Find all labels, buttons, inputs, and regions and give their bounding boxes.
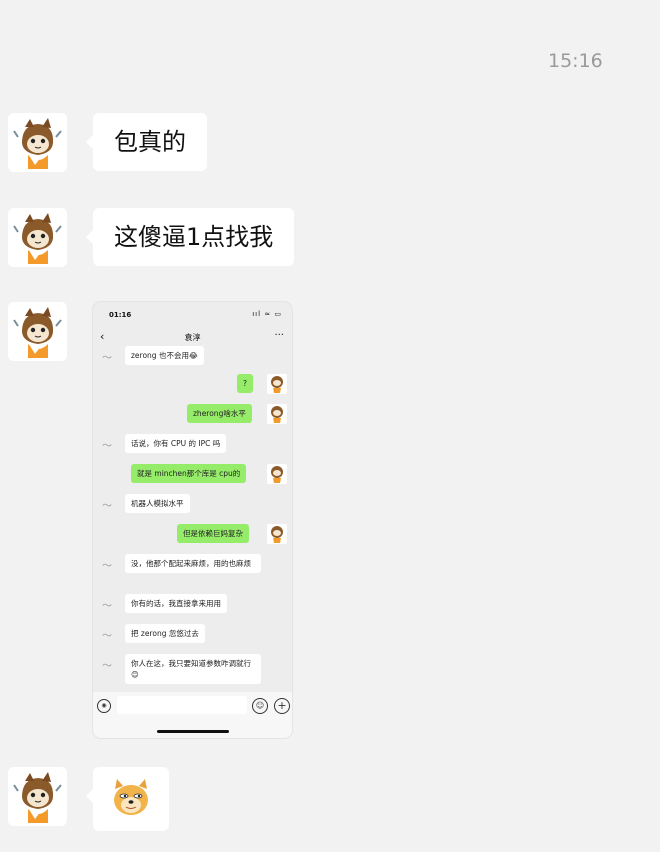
avatar-squiggle-icon: 〜: [102, 440, 112, 452]
avatar-cat-icon: [8, 113, 67, 172]
sticker-message[interactable]: [86, 767, 169, 831]
more-icon: ···: [274, 330, 284, 341]
avatar-squiggle-icon: 〜: [102, 560, 112, 572]
avatar-cat-icon: [267, 404, 287, 424]
avatar-squiggle-icon: 〜: [102, 600, 112, 612]
avatar[interactable]: [8, 113, 67, 172]
emoji-icon: ☺: [252, 698, 268, 714]
contact-name: 袁淳: [184, 333, 201, 342]
avatar-squiggle-icon: 〜: [102, 352, 112, 364]
timestamp: 15:16: [548, 50, 603, 72]
chat-bubble: 你人在这，我只要知道参数咋调就行😊: [125, 654, 261, 684]
voice-icon: ◉: [97, 699, 111, 713]
avatar-cat-icon: [267, 464, 287, 484]
home-indicator: [157, 730, 229, 733]
chat-bubble: ?: [237, 374, 253, 393]
avatar-cat-icon: [267, 524, 287, 544]
plus-icon: +: [274, 698, 290, 714]
chat-nav-bar: ‹ 袁淳 ···: [93, 328, 292, 348]
chat-bubble: zerong 也不会用😂: [125, 346, 204, 365]
chat-bubble: 话说，你有 CPU 的 IPC 吗: [125, 434, 227, 453]
chat-bubble: 你有的话，我直接拿来用用: [125, 594, 227, 613]
status-icons: ııl ≈ ▭: [252, 310, 282, 318]
avatar-cat-icon: [8, 302, 67, 361]
message-text: 包真的: [114, 128, 186, 156]
avatar[interactable]: [8, 767, 67, 826]
phone-status-bar: 01:16 ııl ≈ ▭: [93, 302, 292, 324]
chat-bubble: 但是依赖巨妈复杂: [177, 524, 249, 543]
avatar-cat-icon: [8, 208, 67, 267]
avatar[interactable]: [8, 302, 67, 361]
screenshot-image-message[interactable]: 01:16 ııl ≈ ▭ ‹ 袁淳 ··· 〜 zerong 也不会用😂 ? …: [93, 302, 292, 738]
avatar-squiggle-icon: 〜: [102, 660, 112, 672]
avatar-squiggle-icon: 〜: [102, 630, 112, 642]
doge-sticker-icon: [114, 779, 148, 815]
message-text: 这傻逼1点找我: [114, 223, 274, 251]
avatar-squiggle-icon: 〜: [102, 500, 112, 512]
chat-bubble: 机器人模拟水平: [125, 494, 190, 513]
message-bubble[interactable]: 这傻逼1点找我: [85, 208, 295, 266]
status-time: 01:16: [109, 311, 132, 319]
chat-bubble: zherong啥水平: [187, 404, 252, 423]
chat-input-bar: ◉ ☺ +: [93, 692, 292, 738]
chat-bubble: 就是 minchen那个库是 cpu的: [131, 464, 247, 483]
chat-bubble: 把 zerong 忽悠过去: [125, 624, 205, 643]
avatar-cat-icon: [267, 374, 287, 394]
message-bubble[interactable]: 包真的: [86, 113, 207, 171]
avatar-cat-icon: [8, 767, 67, 826]
message-input: [117, 696, 247, 714]
avatar[interactable]: [8, 208, 67, 267]
chat-bubble: 没，他那个配起来麻烦，用的也麻烦: [125, 554, 261, 573]
